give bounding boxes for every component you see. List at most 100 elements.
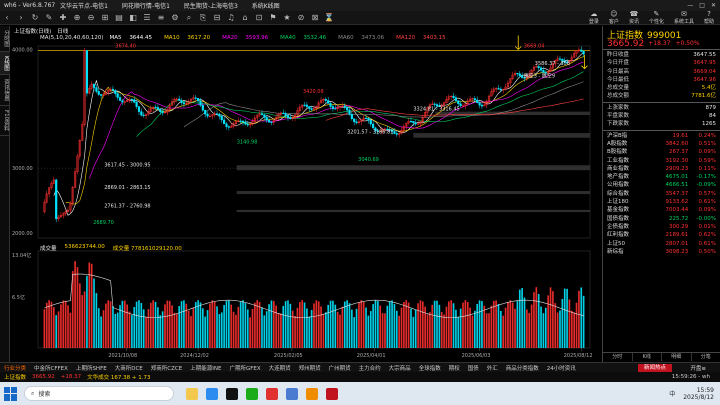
timer-icon[interactable]: ⌛ bbox=[322, 13, 336, 22]
crosshair-icon[interactable]: ✚ bbox=[56, 13, 70, 22]
refresh-icon[interactable]: ↻ bbox=[28, 13, 42, 22]
taskbar-search[interactable]: ⌕ 搜索 bbox=[24, 386, 174, 401]
category-tab[interactable]: 大商所DCE bbox=[115, 364, 143, 372]
back-icon[interactable]: ‹ bbox=[0, 13, 14, 22]
category-tab[interactable]: 上期能源INE bbox=[190, 364, 221, 372]
index-row[interactable]: 新综指 3098.23 0.50% bbox=[603, 248, 720, 256]
index-row[interactable]: 地产指数 4675.01 -0.17% bbox=[603, 173, 720, 181]
zoom-in-icon[interactable]: ⊕ bbox=[70, 13, 84, 22]
index-row[interactable]: 国债指数 225.72 -0.00% bbox=[603, 215, 720, 223]
gear-icon[interactable]: ⚙ bbox=[168, 13, 182, 22]
forward-icon[interactable]: › bbox=[14, 13, 28, 22]
index-row[interactable]: 商业指数 2909.23 0.11% bbox=[603, 165, 720, 173]
app-blue-icon[interactable] bbox=[286, 387, 298, 400]
category-tab[interactable]: 广期所GFEX bbox=[229, 364, 260, 372]
index-row[interactable]: A股指数 3842.60 0.51% bbox=[603, 140, 720, 148]
menu-icon[interactable]: ☰ bbox=[140, 13, 154, 22]
explorer-icon[interactable] bbox=[186, 387, 198, 400]
index-row[interactable]: 综合指数 3547.37 0.57% bbox=[603, 190, 720, 198]
layout-icon[interactable]: ⊞ bbox=[98, 13, 112, 22]
menu-item-2[interactable]: 同花顺行情-电信1 bbox=[122, 3, 170, 10]
menu-item-4[interactable]: 系统K线图 bbox=[252, 3, 280, 10]
search-icon[interactable]: ⌕ bbox=[182, 13, 196, 23]
news-button[interactable]: ☎ 资讯 bbox=[629, 10, 639, 25]
volume-label: 成交量 bbox=[40, 246, 57, 252]
browser-icon[interactable] bbox=[206, 387, 218, 400]
personalize-button[interactable]: ✎ 个性化 bbox=[649, 10, 664, 25]
index-row[interactable]: 工业指数 3192.30 0.59% bbox=[603, 157, 720, 165]
zoom-out-icon[interactable]: ⊖ bbox=[84, 13, 98, 22]
category-tab[interactable]: 主力合约 bbox=[359, 364, 381, 372]
category-tab[interactable]: 行业分类 bbox=[0, 364, 26, 372]
client-button[interactable]: ☺ 客户 bbox=[609, 10, 619, 25]
tab-news[interactable]: 资讯信息 bbox=[0, 75, 10, 107]
index-row[interactable]: 公用指数 4666.51 -0.09% bbox=[603, 181, 720, 189]
hot-news-button[interactable]: 新闻热点 bbox=[637, 363, 672, 372]
category-tab[interactable]: 上期所SHFE bbox=[76, 364, 107, 372]
category-tab[interactable]: 外汇 bbox=[487, 364, 498, 372]
category-tab[interactable]: 全球指数 bbox=[419, 364, 441, 372]
wechat-icon[interactable] bbox=[246, 387, 258, 400]
category-tab[interactable]: 大宗商品 bbox=[389, 364, 411, 372]
index-row[interactable]: B股指数 267.37 0.09% bbox=[603, 148, 720, 156]
flag-icon[interactable]: ⚑ bbox=[266, 13, 280, 22]
sound-icon[interactable]: ♫ bbox=[224, 13, 238, 22]
window-icon[interactable]: ⊡ bbox=[252, 13, 266, 22]
minimize-icon[interactable]: — bbox=[687, 2, 693, 9]
list-icon[interactable]: ▤ bbox=[112, 13, 126, 22]
tab-f10[interactable]: F10资料 bbox=[0, 106, 10, 137]
volume-bar bbox=[481, 301, 483, 348]
category-tab[interactable]: 中金所CFFEX bbox=[34, 364, 68, 372]
clock[interactable]: 15:59 2025/8/12 bbox=[683, 387, 714, 401]
chart-period[interactable]: 日线 bbox=[57, 27, 68, 35]
menu-item-3[interactable]: 民生期货-上海电信3 bbox=[184, 3, 238, 10]
index-row[interactable]: 基金指数 7003.44 0.09% bbox=[603, 206, 720, 214]
lines-icon[interactable]: ≡ bbox=[154, 13, 168, 22]
volume-bar bbox=[147, 309, 150, 348]
tab-minute[interactable]: 分时 bbox=[603, 353, 633, 361]
trading-app-icon[interactable] bbox=[326, 387, 338, 400]
windows-start-icon[interactable] bbox=[4, 386, 18, 401]
login-button[interactable]: ☁ 登录 bbox=[589, 10, 599, 25]
tab-detail[interactable]: 明细 bbox=[662, 353, 692, 361]
tab-intraday[interactable]: 分时图 bbox=[0, 26, 10, 52]
panel-icon[interactable]: ⊟ bbox=[210, 13, 224, 22]
index-row[interactable]: 企债指数 300.29 0.01% bbox=[603, 223, 720, 231]
category-tab[interactable]: 商品分类指数 bbox=[506, 364, 539, 372]
kline-chart[interactable]: 3674.40 3669.04 3420.08 3140.98 3324.81 - 33… bbox=[10, 26, 600, 362]
tab-kline-r[interactable]: K线 bbox=[633, 353, 662, 361]
star-icon[interactable]: ★ bbox=[280, 13, 294, 22]
tab-ticks[interactable]: 分笔 bbox=[692, 353, 720, 361]
close-icon[interactable]: ✕ bbox=[711, 2, 716, 9]
chat-icon[interactable] bbox=[226, 387, 238, 400]
help-button[interactable]: ? 帮助 bbox=[704, 10, 714, 25]
draw-icon[interactable]: ✎ bbox=[42, 13, 56, 22]
split-icon[interactable]: ◧ bbox=[126, 13, 140, 22]
box-icon[interactable]: ⊠ bbox=[308, 13, 322, 22]
category-tab[interactable]: 期权 bbox=[449, 364, 460, 372]
index-row[interactable]: 红利指数 2189.61 0.62% bbox=[603, 231, 720, 239]
maximize-icon[interactable]: □ bbox=[699, 2, 705, 9]
category-tab[interactable]: 郑商所CZCE bbox=[151, 364, 182, 372]
home-icon[interactable]: ⌂ bbox=[238, 13, 252, 22]
candle-body bbox=[159, 109, 162, 112]
menu-item-1[interactable]: 文华云节点-电信1 bbox=[60, 3, 108, 10]
app-red-icon[interactable] bbox=[266, 387, 278, 400]
category-tab[interactable]: 郑州期货 bbox=[299, 364, 321, 372]
volume-bar bbox=[310, 309, 313, 348]
app-orange-icon[interactable] bbox=[306, 387, 318, 400]
category-tab[interactable]: 国债 bbox=[468, 364, 479, 372]
category-tab[interactable]: 24小时资讯 bbox=[547, 364, 576, 372]
index-row[interactable]: 上证180 9133.62 0.61% bbox=[603, 198, 720, 206]
input-method[interactable]: 中 bbox=[669, 389, 675, 398]
category-tab[interactable]: 广州期货 bbox=[329, 364, 351, 372]
tools-button[interactable]: ✉ 系统工具 bbox=[674, 10, 694, 25]
tab-kline[interactable]: K线图 bbox=[0, 51, 10, 76]
copy-icon[interactable]: ⎘ bbox=[196, 13, 210, 23]
block-icon[interactable]: ⊘ bbox=[294, 13, 308, 22]
index-row[interactable]: 沪深B指 19.61 0.24% bbox=[603, 132, 720, 140]
index-row[interactable]: 上证50 2807.01 0.61% bbox=[603, 240, 720, 248]
volume-bar bbox=[464, 300, 467, 348]
open-button[interactable]: 开盘≡ bbox=[690, 364, 706, 372]
category-tab[interactable]: 大连期货 bbox=[269, 364, 291, 372]
